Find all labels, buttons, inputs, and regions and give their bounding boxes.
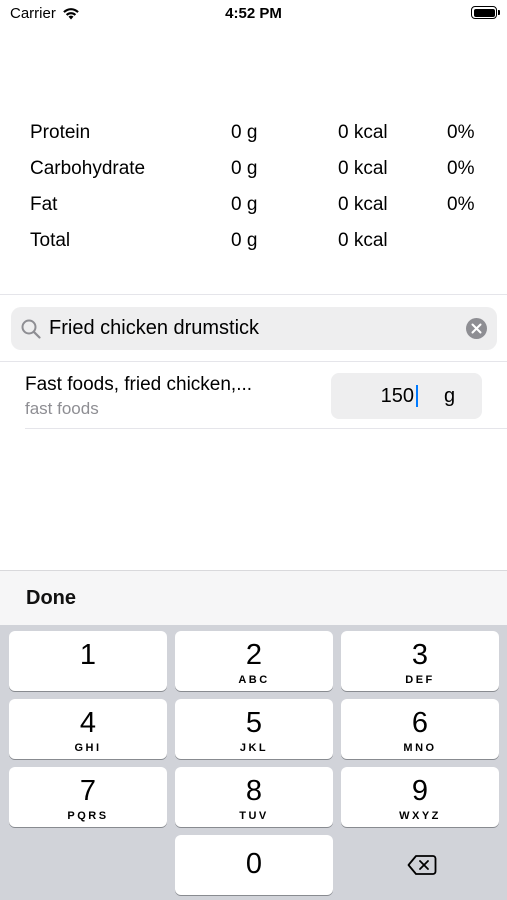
key-0[interactable]: 0	[175, 835, 333, 895]
nutrient-label: Fat	[30, 194, 58, 215]
key-5[interactable]: 5 JKL	[175, 699, 333, 759]
key-letters: JKL	[239, 742, 269, 754]
key-letters: GHI	[74, 742, 102, 754]
key-2[interactable]: 2 ABC	[175, 631, 333, 691]
nutrient-label: Carbohydrate	[30, 158, 146, 179]
key-digit: 9	[411, 775, 429, 807]
search-input[interactable]	[49, 307, 449, 350]
clear-search-button[interactable]	[466, 318, 487, 339]
status-time: 4:52 PM	[225, 5, 282, 22]
done-button[interactable]: Done	[26, 587, 76, 610]
key-letters: DEF	[405, 674, 435, 686]
nutrition-row-total: Total 0 g 0 kcal	[0, 222, 507, 258]
quantity-value: 150	[380, 385, 414, 407]
divider	[0, 294, 507, 295]
key-digit: 8	[245, 775, 263, 807]
key-9[interactable]: 9 WXYZ	[341, 767, 499, 827]
key-letters: MNO	[403, 742, 437, 754]
key-7[interactable]: 7 PQRS	[9, 767, 167, 827]
text-cursor	[416, 385, 418, 407]
key-digit: 1	[79, 639, 97, 671]
divider	[25, 428, 507, 429]
backspace-icon	[407, 855, 437, 875]
divider	[0, 361, 507, 362]
nutrition-row-protein: Protein 0 g 0 kcal 0%	[0, 114, 507, 150]
nutrient-percent: 0%	[447, 158, 475, 179]
key-letters: ABC	[238, 674, 270, 686]
nutrient-kcal: 0 kcal	[338, 122, 388, 143]
nutrient-percent: 0%	[447, 122, 475, 143]
key-digit: 5	[245, 707, 263, 739]
nutrient-label: Total	[30, 230, 71, 251]
key-4[interactable]: 4 GHI	[9, 699, 167, 759]
nutrition-row-fat: Fat 0 g 0 kcal 0%	[0, 186, 507, 222]
food-title: Fast foods, fried chicken,...	[25, 374, 253, 395]
nutrient-kcal: 0 kcal	[338, 194, 388, 215]
key-digit: 6	[411, 707, 429, 739]
nutrition-row-carbohydrate: Carbohydrate 0 g 0 kcal 0%	[0, 150, 507, 186]
key-8[interactable]: 8 TUV	[175, 767, 333, 827]
key-1[interactable]: 1	[9, 631, 167, 691]
key-digit: 0	[245, 848, 263, 880]
close-icon	[471, 323, 482, 334]
key-digit: 2	[245, 639, 263, 671]
nutrient-kcal: 0 kcal	[338, 158, 388, 179]
food-category: fast foods	[25, 399, 99, 418]
keyboard-toolbar: Done	[0, 570, 507, 626]
key-3[interactable]: 3 DEF	[341, 631, 499, 691]
quantity-unit: g	[444, 385, 456, 407]
nutrient-label: Protein	[30, 122, 91, 143]
search-bar[interactable]	[11, 307, 497, 350]
key-6[interactable]: 6 MNO	[341, 699, 499, 759]
nutrient-percent: 0%	[447, 194, 475, 215]
nutrient-grams: 0 g	[231, 158, 258, 179]
nutrient-grams: 0 g	[231, 194, 258, 215]
battery-icon	[471, 6, 500, 19]
key-digit: 3	[411, 639, 429, 671]
key-letters: TUV	[239, 810, 269, 822]
backspace-key[interactable]	[341, 835, 499, 895]
nutrient-grams: 0 g	[231, 230, 258, 251]
key-letters: PQRS	[67, 810, 109, 822]
number-keypad: 1 2 ABC 3 DEF 4 GHI 5 JKL 6 MNO 7 PQRS 8…	[0, 625, 507, 900]
nutrient-grams: 0 g	[231, 122, 258, 143]
quantity-field[interactable]: 150 g	[331, 373, 482, 419]
key-letters: WXYZ	[399, 810, 441, 822]
key-digit: 7	[79, 775, 97, 807]
key-digit: 4	[79, 707, 97, 739]
nutrient-kcal: 0 kcal	[338, 230, 388, 251]
search-icon	[21, 319, 41, 339]
